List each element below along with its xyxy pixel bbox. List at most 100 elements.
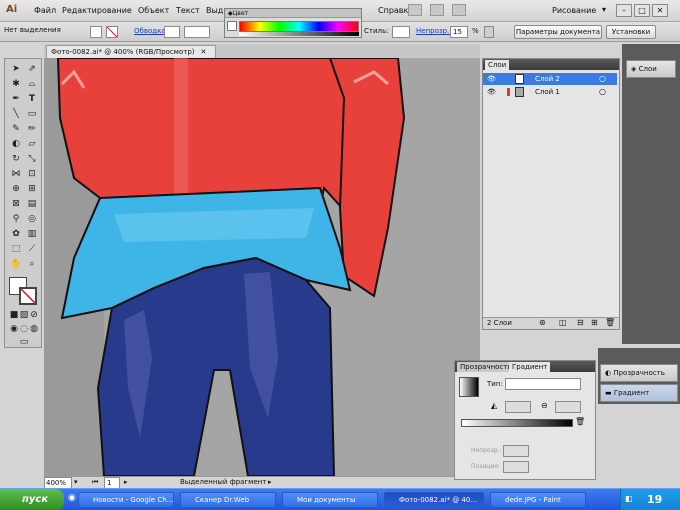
perspective-grid-tool-icon[interactable]: ⊞ [25,183,39,196]
angle-field[interactable] [505,401,531,413]
magic-wand-tool-icon[interactable]: ✱ [9,78,23,91]
artboard-canvas[interactable] [44,58,480,476]
clock[interactable]: 19 [647,493,662,506]
menu-object[interactable]: Объект [138,6,169,15]
aspect-field[interactable] [555,401,581,413]
stroke-color-swatch[interactable] [19,287,37,305]
line-tool-icon[interactable]: ╲ [9,108,23,121]
gradient-dock-button[interactable]: ▬ Градиент [600,384,678,402]
target-icon[interactable]: ○ [599,86,606,98]
taskbar-item-drweb[interactable]: Сканер Dr.Web [180,492,276,508]
minimize-icon[interactable]: – [616,4,632,17]
transparency-dock-button[interactable]: ◐ Прозрачность [600,364,678,382]
menu-type[interactable]: Текст [176,6,200,15]
symbol-sprayer-tool-icon[interactable]: ✿ [9,228,23,241]
rectangle-tool-icon[interactable]: ▭ [25,108,39,121]
menu-edit[interactable]: Редактирование [62,6,132,15]
stroke-gradient-icon[interactable]: ◭ [491,401,497,410]
network-icon[interactable]: ◧ [625,494,633,503]
draw-inside-icon[interactable]: ◍ [27,323,41,336]
artboard-tool-icon[interactable]: ⬚ [9,243,23,256]
hand-tool-icon[interactable]: ✋ [9,258,23,271]
document-settings-button[interactable]: Параметры документа [514,25,602,39]
new-layer-icon[interactable]: ⊞ [591,318,598,327]
trash-icon[interactable]: 🗑 [575,417,585,426]
close-icon[interactable]: ✕ [652,4,668,17]
type-tool-icon[interactable]: T [25,93,39,106]
selection-tool-icon[interactable]: ➤ [9,63,23,76]
direct-selection-tool-icon[interactable]: ⇗ [25,63,39,76]
gradient-slider[interactable] [461,419,573,427]
maximize-icon[interactable]: □ [634,4,650,17]
target-icon[interactable]: ○ [599,73,606,85]
stroke-weight-field[interactable] [164,26,180,38]
layers-dock-button[interactable]: ◈ Слои [626,60,676,78]
eye-icon[interactable]: 👁 [487,86,496,98]
free-transform-tool-icon[interactable]: ⊡ [25,168,39,181]
none-mode-icon[interactable]: ⊘ [27,309,41,322]
scale-tool-icon[interactable]: ⤡ [25,153,39,166]
first-page-icon[interactable]: ⏮ [92,478,98,487]
stroke-swatch[interactable] [106,26,118,38]
arrange-documents-icon[interactable] [430,4,444,16]
screen-mode-icon[interactable]: ▭ [17,336,31,349]
trash-icon[interactable]: 🗑 [605,318,615,327]
opacity-arrow-icon[interactable] [484,26,494,38]
stop-opacity-field[interactable] [503,445,529,457]
gradient-preview[interactable] [459,377,479,397]
quicklaunch-icon[interactable]: ◉ [68,493,76,503]
close-icon[interactable]: ✕ [201,48,207,56]
chevron-down-icon[interactable]: ▾ [74,478,78,486]
layer-row-selected[interactable]: 👁 Слой 2 ○ [483,73,617,85]
stop-location-field[interactable] [503,461,529,473]
shape-builder-tool-icon[interactable]: ⊕ [9,183,23,196]
aspect-ratio-icon[interactable]: ⊖ [541,401,548,410]
next-page-icon[interactable]: ▸ [124,478,128,486]
width-tool-icon[interactable]: ⋈ [9,168,23,181]
rotate-tool-icon[interactable]: ↻ [9,153,23,166]
menu-select[interactable]: Выд [206,6,223,15]
status-arrow-icon[interactable]: ▸ [268,478,272,486]
pencil-tool-icon[interactable]: ✏ [25,123,39,136]
lasso-tool-icon[interactable]: ⌓ [25,78,39,91]
workspace-switcher[interactable]: Рисование [552,6,596,15]
screen-mode-icon[interactable] [452,4,466,16]
clipping-mask-icon[interactable]: ◫ [559,318,567,327]
taskbar-item-illustrator[interactable]: Фото-0082.ai* @ 40... [384,492,484,508]
column-graph-tool-icon[interactable]: ▥ [25,228,39,241]
pen-tool-icon[interactable]: ✒ [9,93,23,106]
mesh-tool-icon[interactable]: ⊠ [9,198,23,211]
layer-row[interactable]: 👁 Слой 1 ○ [483,86,617,98]
opacity-field[interactable]: 15 [450,26,468,38]
menu-file[interactable]: Файл [34,6,56,15]
gradient-tool-icon[interactable]: ▤ [25,198,39,211]
new-sublayer-icon[interactable]: ⊟ [577,318,584,327]
bridge-icon[interactable] [408,4,422,16]
slice-tool-icon[interactable]: ⟋ [25,243,39,256]
taskbar-item-paint[interactable]: dede.JPG - Paint [490,492,586,508]
locate-object-icon[interactable]: ⊛ [539,318,546,327]
layers-tab[interactable]: Слои [485,60,510,70]
tab-gradient[interactable]: Градиент [509,362,551,372]
document-tab[interactable]: Фото-0082.ai* @ 400% (RGB/Просмотр) ✕ [46,45,216,58]
paintbrush-tool-icon[interactable]: ✎ [9,123,23,136]
eyedropper-tool-icon[interactable]: ⚲ [9,213,23,226]
variable-width-field[interactable] [184,26,210,38]
tab-transparency[interactable]: Прозрачность [457,362,515,372]
taskbar-item-documents[interactable]: Мои документы [282,492,378,508]
eye-icon[interactable]: 👁 [487,73,496,85]
zoom-tool-icon[interactable]: ⌕ [25,258,39,271]
gradient-type-select[interactable] [505,378,581,390]
style-picker[interactable] [392,26,410,38]
taskbar-item-chrome[interactable]: Новости - Google Ch... [78,492,174,508]
opacity-label[interactable]: Непрозр.: [416,27,452,35]
color-spectrum-bar[interactable] [239,21,359,32]
fill-swatch[interactable] [90,26,102,38]
grayscale-ramp[interactable] [239,32,359,36]
stroke-label[interactable]: Обводка [134,27,166,35]
preferences-button[interactable]: Установки [606,25,656,39]
color-panel-swatch[interactable] [227,21,237,31]
start-button[interactable]: пуск [0,489,64,510]
chevron-down-icon[interactable]: ▾ [602,5,606,14]
eraser-tool-icon[interactable]: ▱ [25,138,39,151]
